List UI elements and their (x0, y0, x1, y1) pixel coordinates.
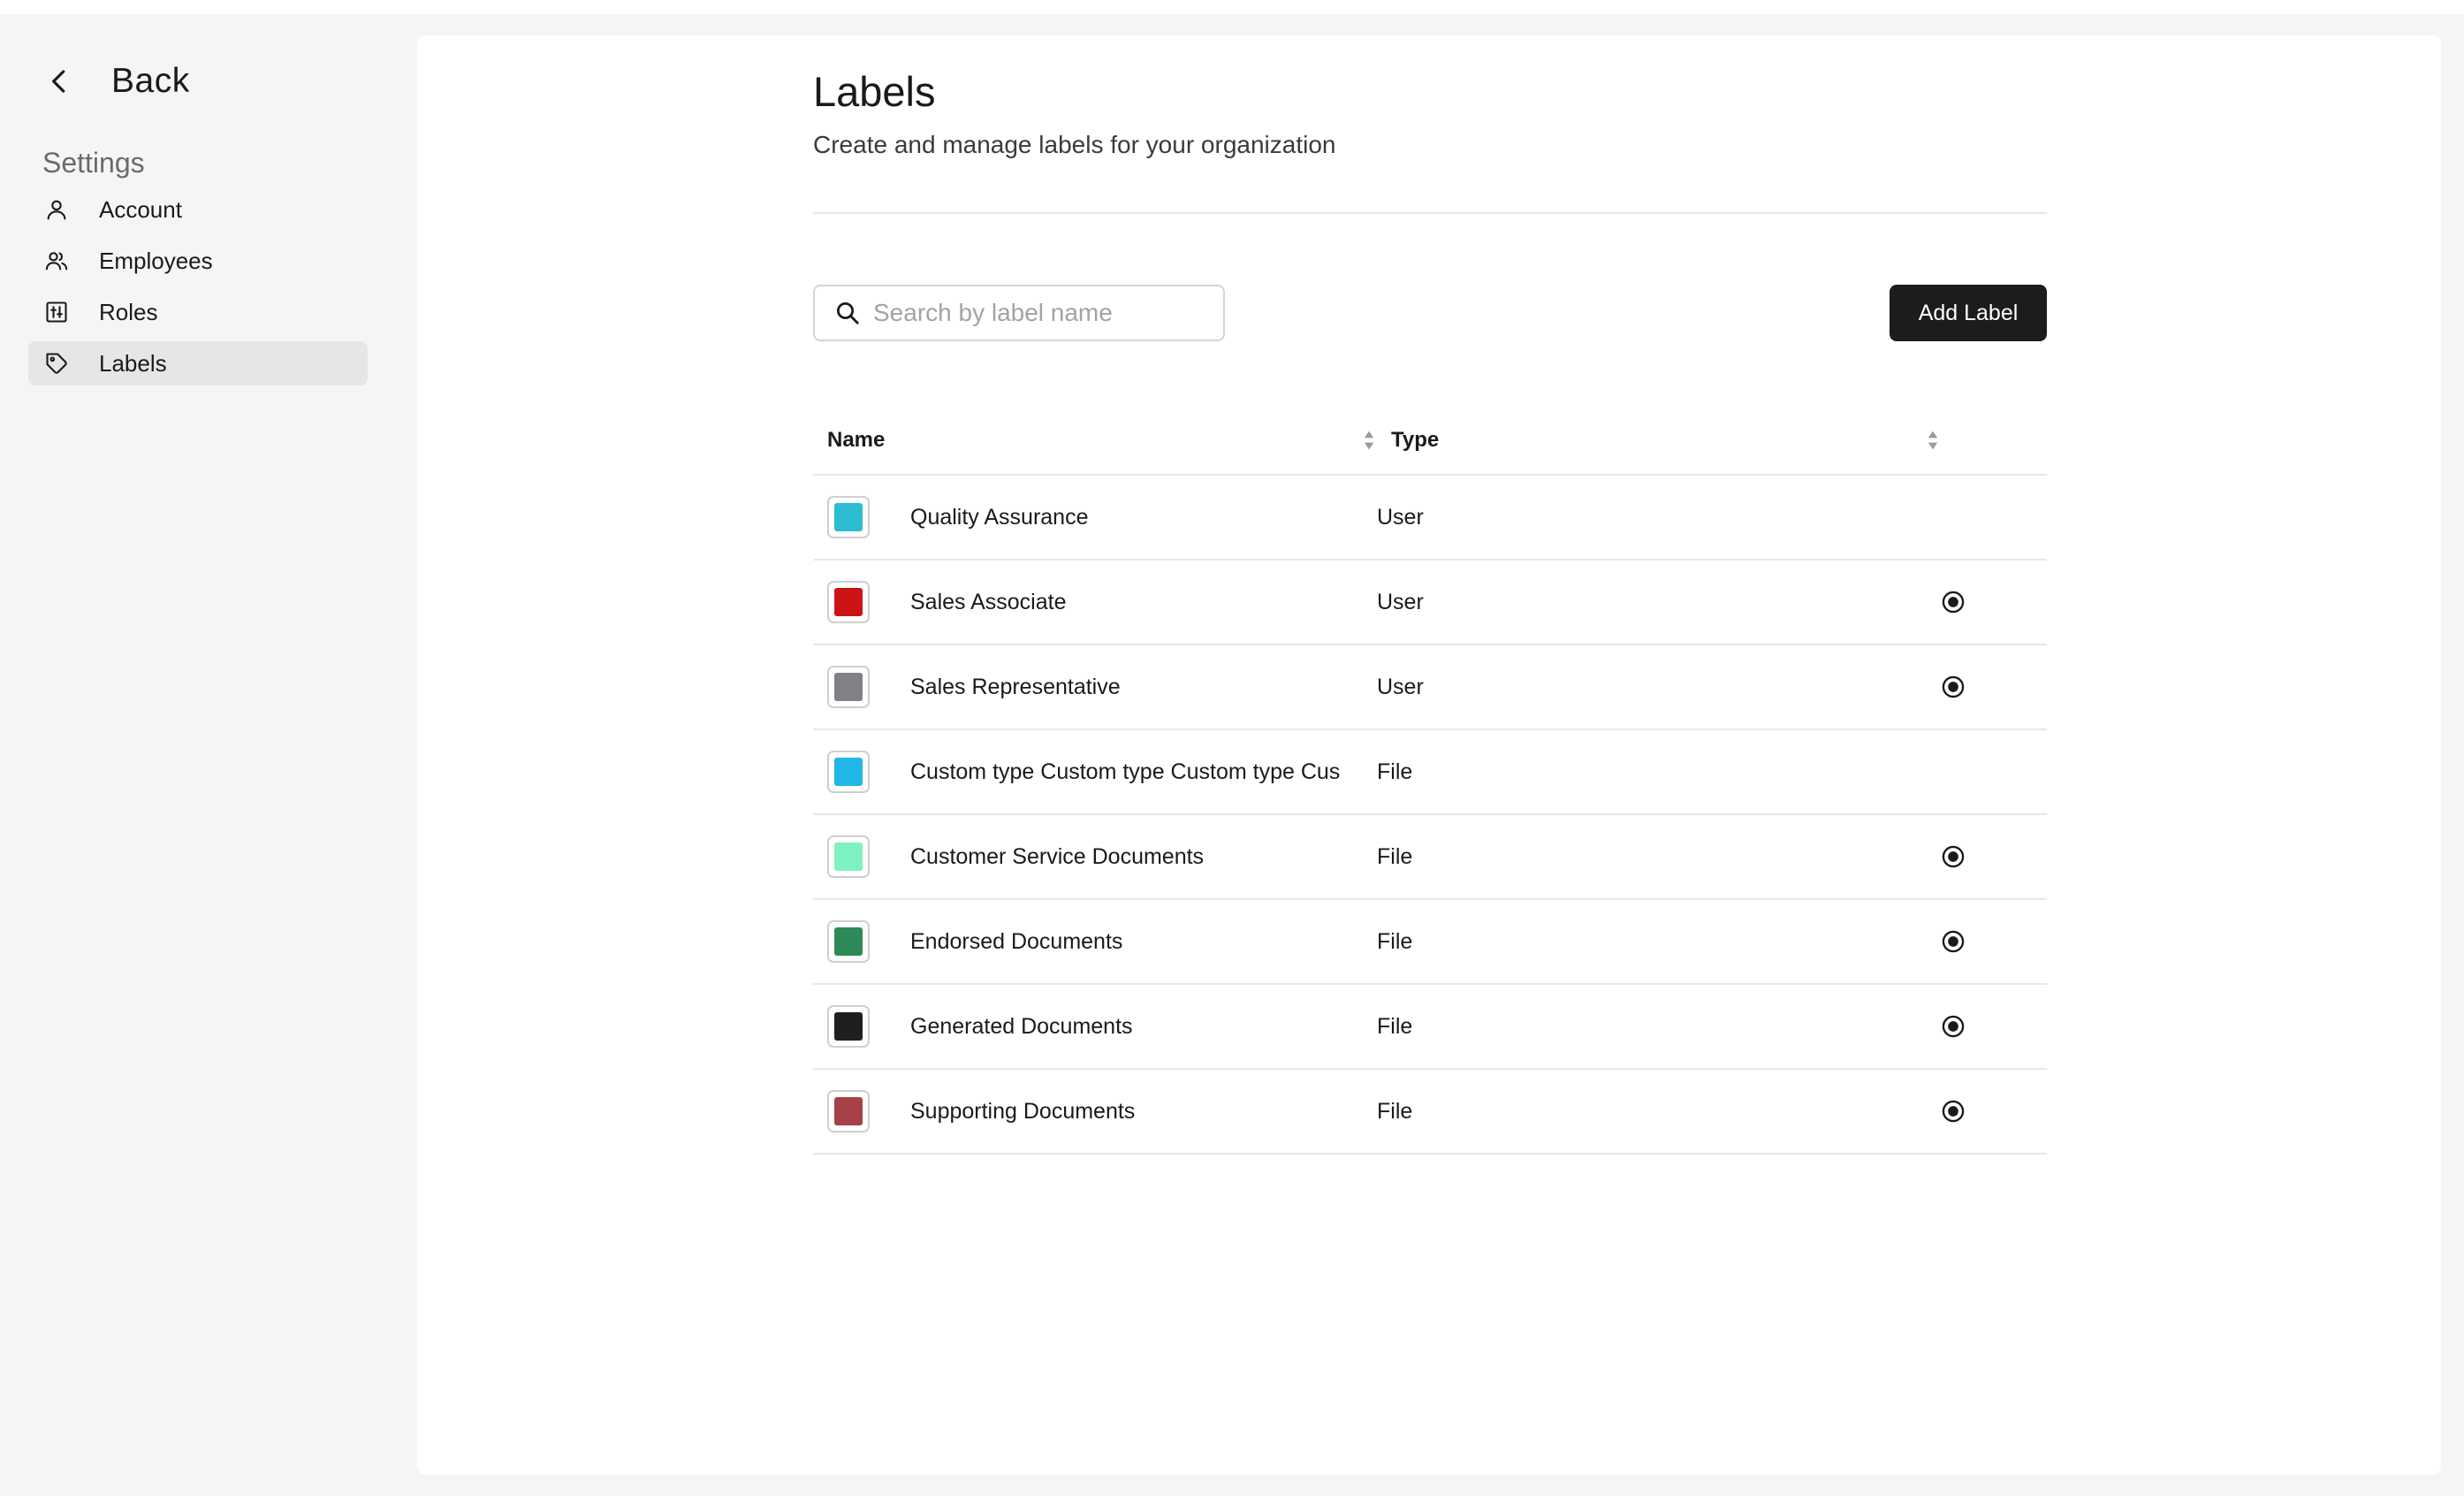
color-swatch (827, 835, 870, 878)
chevron-left-icon (52, 70, 65, 93)
color-swatch (827, 666, 870, 708)
color-swatch (827, 496, 870, 538)
label-type: File (1377, 759, 1413, 784)
sidebar-item-label: Employees (99, 247, 213, 274)
action-cell (1927, 590, 1980, 614)
sidebar-item-employees[interactable]: Employees (28, 239, 368, 283)
back-label: Back (111, 62, 190, 100)
column-header-type[interactable]: Type (1377, 428, 1941, 453)
action-cell (1927, 844, 1980, 869)
sidebar-item-labels[interactable]: Labels (28, 341, 368, 385)
sidebar-item-account[interactable]: Account (28, 187, 368, 232)
label-type: File (1377, 1013, 1413, 1039)
color-swatch-fill (834, 673, 863, 701)
label-name: Customer Service Documents (910, 843, 1205, 869)
page-subtitle: Create and manage labels for your organi… (813, 131, 1336, 158)
app-window: Back Settings Account Employees Roles La… (0, 14, 2464, 1496)
color-swatch-fill (834, 588, 863, 616)
add-label-button[interactable]: Add Label (1890, 285, 2047, 341)
search-box[interactable] (813, 285, 1225, 341)
sidebar-item-label: Labels (99, 349, 167, 377)
table-header: Name Type (813, 407, 2047, 476)
color-swatch (827, 1005, 870, 1048)
divider (813, 212, 2047, 214)
sidebar-item-label: Account (99, 195, 182, 223)
label-name: Generated Documents (910, 1013, 1133, 1039)
sort-icon[interactable] (1925, 429, 1941, 452)
label-name: Quality Assurance (910, 504, 1089, 530)
search-icon (837, 302, 859, 324)
action-cell (1927, 929, 1980, 954)
user-icon (44, 197, 69, 222)
radio-selected-icon[interactable] (1941, 590, 1966, 614)
table-row[interactable]: Quality Assurance User (813, 476, 2047, 561)
action-cell (1927, 675, 1980, 699)
label-type: File (1377, 843, 1413, 869)
sidebar-item-roles[interactable]: Roles (28, 290, 368, 334)
label-name: Custom type Custom type Custom type Cus (910, 759, 1341, 784)
color-swatch (827, 581, 870, 623)
radio-selected-icon[interactable] (1941, 1099, 1966, 1124)
radio-selected-icon[interactable] (1941, 675, 1966, 699)
column-header-label: Type (1391, 428, 1440, 452)
table-row[interactable]: Endorsed Documents File (813, 900, 2047, 985)
table-row[interactable]: Sales Representative User (813, 645, 2047, 730)
radio-selected-icon[interactable] (1941, 844, 1966, 869)
users-icon (44, 248, 69, 273)
main-panel: Labels Create and manage labels for your… (417, 35, 2441, 1475)
color-swatch-fill (834, 503, 863, 531)
radio-selected-icon[interactable] (1941, 929, 1966, 954)
table-row[interactable]: Custom type Custom type Custom type Cus … (813, 730, 2047, 815)
name-cell: Sales Representative (813, 666, 1377, 708)
roles-icon (44, 300, 69, 324)
action-cell (1927, 1014, 1980, 1039)
label-name: Sales Representative (910, 674, 1121, 699)
back-button[interactable]: Back (42, 62, 190, 101)
label-name: Supporting Documents (910, 1098, 1136, 1124)
color-swatch-fill (834, 843, 863, 871)
table-row[interactable]: Supporting Documents File (813, 1070, 2047, 1155)
color-swatch (827, 1090, 870, 1132)
name-cell: Endorsed Documents (813, 920, 1377, 963)
label-type: File (1377, 1098, 1413, 1124)
table-row[interactable]: Sales Associate User (813, 561, 2047, 645)
color-swatch-fill (834, 927, 863, 956)
name-cell: Supporting Documents (813, 1090, 1377, 1132)
table-row[interactable]: Customer Service Documents File (813, 815, 2047, 900)
page-title: Labels (813, 68, 936, 115)
label-name: Sales Associate (910, 589, 1067, 614)
settings-section-label: Settings (42, 147, 145, 179)
name-cell: Custom type Custom type Custom type Cus (813, 751, 1377, 793)
sort-icon[interactable] (1361, 429, 1377, 452)
sidebar: Back Settings Account Employees Roles La… (0, 14, 415, 1496)
radio-selected-icon[interactable] (1941, 1014, 1966, 1039)
label-type: File (1377, 928, 1413, 954)
tag-icon (44, 351, 69, 376)
sidebar-item-label: Roles (99, 298, 158, 325)
color-swatch (827, 751, 870, 793)
table-row[interactable]: Generated Documents File (813, 985, 2047, 1070)
color-swatch-fill (834, 1097, 863, 1125)
column-header-label: Name (827, 428, 886, 452)
search-input[interactable] (871, 298, 1211, 328)
label-type: User (1377, 504, 1424, 530)
name-cell: Generated Documents (813, 1005, 1377, 1048)
settings-nav: Account Employees Roles Labels (28, 187, 368, 393)
color-swatch (827, 920, 870, 963)
label-type: User (1377, 589, 1424, 614)
name-cell: Quality Assurance (813, 496, 1377, 538)
label-type: User (1377, 674, 1424, 699)
name-cell: Customer Service Documents (813, 835, 1377, 878)
label-name: Endorsed Documents (910, 928, 1123, 954)
labels-table: Name Type Quality Assurance User Sales A… (813, 407, 2047, 1155)
name-cell: Sales Associate (813, 581, 1377, 623)
color-swatch-fill (834, 758, 863, 786)
column-header-name[interactable]: Name (813, 428, 1377, 453)
action-cell (1927, 1099, 1980, 1124)
table-body: Quality Assurance User Sales Associate U… (813, 476, 2047, 1155)
color-swatch-fill (834, 1012, 863, 1041)
